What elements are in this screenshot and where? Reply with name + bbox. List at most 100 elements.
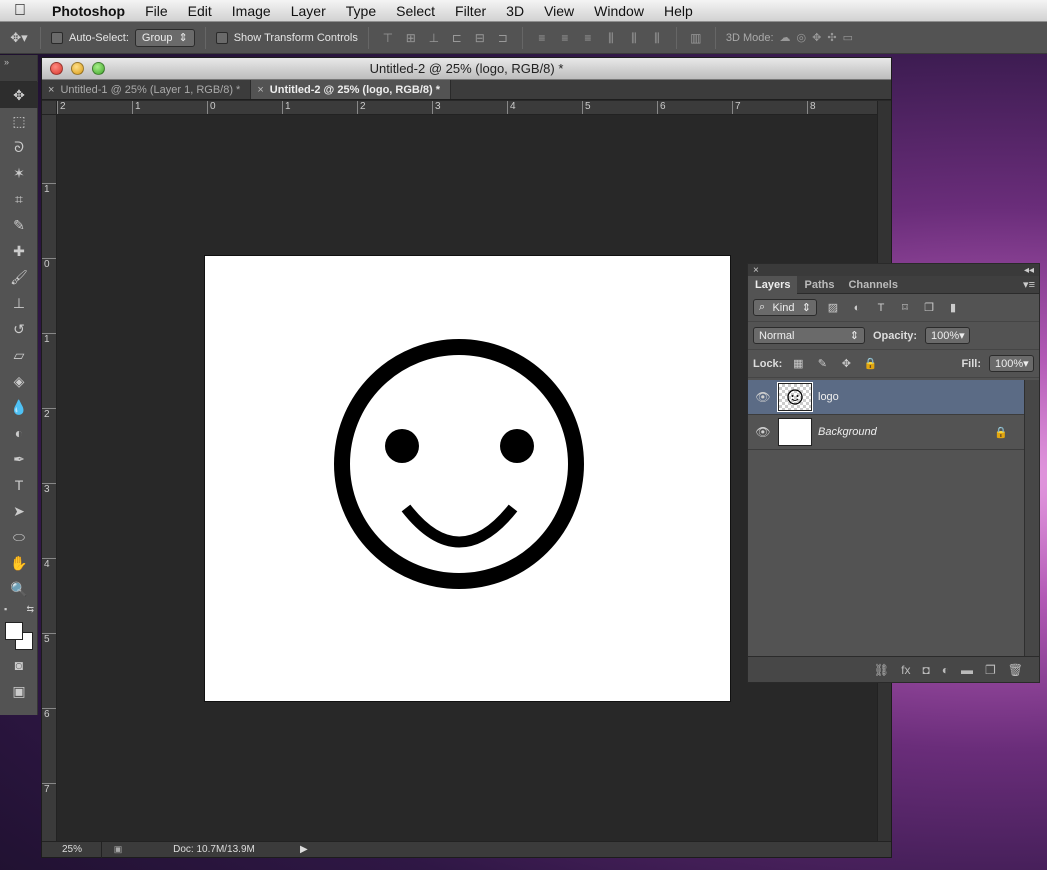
menu-filter[interactable]: Filter — [445, 3, 496, 19]
menu-window[interactable]: Window — [584, 3, 654, 19]
default-colors-icon[interactable]: ▪ — [4, 604, 7, 614]
foreground-color-swatch[interactable] — [5, 622, 23, 640]
menu-help[interactable]: Help — [654, 3, 703, 19]
zoom-level[interactable]: 25% — [42, 841, 102, 858]
menu-layer[interactable]: Layer — [281, 3, 336, 19]
tab-paths[interactable]: Paths — [797, 276, 841, 294]
horizontal-ruler[interactable]: 2 1 0 1 2 3 4 5 6 7 8 — [57, 101, 877, 115]
tab-untitled-1[interactable]: × Untitled-1 @ 25% (Layer 1, RGB/8) * — [42, 80, 252, 99]
lock-position-icon[interactable]: ✥ — [838, 357, 854, 370]
panel-titlebar[interactable]: × ◂◂ — [748, 264, 1039, 276]
eraser-tool-icon[interactable]: ▱ — [0, 342, 38, 368]
collapse-icon[interactable]: » — [4, 57, 9, 67]
menu-image[interactable]: Image — [222, 3, 281, 19]
align-bottom-icon[interactable]: ⊥ — [425, 29, 443, 47]
filter-smart-object-icon[interactable]: ❐ — [921, 300, 937, 316]
layer-name[interactable]: Background — [818, 426, 877, 438]
chevron-down-icon[interactable]: ▾ — [1023, 357, 1029, 370]
layer-lock-icon[interactable]: 🔒 — [994, 426, 1008, 439]
healing-brush-tool-icon[interactable]: ✚ — [0, 238, 38, 264]
menu-photoshop[interactable]: Photoshop — [40, 3, 135, 19]
distribute-vcenter-icon[interactable]: ≡ — [556, 29, 574, 47]
close-window-button[interactable] — [50, 62, 63, 75]
move-tool-preset-icon[interactable]: ✥▾ — [8, 27, 30, 49]
pen-tool-icon[interactable]: ✒ — [0, 446, 38, 472]
tab-untitled-2[interactable]: × Untitled-2 @ 25% (logo, RGB/8) * — [251, 80, 452, 99]
crop-tool-icon[interactable]: ⌗ — [0, 186, 38, 212]
close-tab-icon[interactable]: × — [257, 84, 263, 96]
layer-style-icon[interactable]: fx — [901, 663, 910, 677]
blur-tool-icon[interactable]: 💧 — [0, 394, 38, 420]
minimize-window-button[interactable] — [71, 62, 84, 75]
lock-pixels-icon[interactable]: ✎ — [814, 357, 830, 370]
auto-align-icon[interactable]: ▥ — [687, 29, 705, 47]
menu-edit[interactable]: Edit — [178, 3, 222, 19]
tab-layers[interactable]: Layers — [748, 275, 798, 294]
quick-mask-icon[interactable]: ◙ — [0, 652, 38, 678]
vertical-ruler[interactable]: 1 0 1 2 3 4 5 6 7 — [42, 115, 57, 842]
3d-pan-icon[interactable]: ✥ — [812, 31, 821, 44]
magic-wand-tool-icon[interactable]: ✶ — [0, 160, 38, 186]
filter-toggle-icon[interactable]: ▮ — [945, 300, 961, 316]
tab-channels[interactable]: Channels — [841, 276, 905, 294]
menu-file[interactable]: File — [135, 3, 178, 19]
layer-name[interactable]: logo — [818, 391, 839, 403]
align-top-icon[interactable]: ⊤ — [379, 29, 397, 47]
distribute-hcenter-icon[interactable]: ⫼ — [625, 29, 643, 47]
close-panel-icon[interactable]: × — [753, 265, 759, 276]
menu-view[interactable]: View — [534, 3, 584, 19]
chevron-down-icon[interactable]: ▾ — [959, 329, 965, 342]
ruler-origin[interactable] — [42, 101, 57, 115]
distribute-bottom-icon[interactable]: ≡ — [579, 29, 597, 47]
filter-kind-dropdown[interactable]: ⌕ Kind ⇕ — [753, 299, 817, 316]
zoom-window-button[interactable] — [92, 62, 105, 75]
blend-mode-dropdown[interactable]: Normal ⇕ — [753, 327, 865, 344]
hand-tool-icon[interactable]: ✋ — [0, 550, 38, 576]
tools-panel-header[interactable]: » — [0, 55, 37, 82]
filter-pixel-icon[interactable]: ▨ — [825, 300, 841, 316]
paint-bucket-tool-icon[interactable]: ◈ — [0, 368, 38, 394]
link-layers-icon[interactable]: ⛓ — [874, 663, 889, 677]
menu-select[interactable]: Select — [386, 3, 445, 19]
panel-menu-icon[interactable]: ▾≡ — [1023, 278, 1035, 291]
3d-orbit-icon[interactable]: ☁ — [780, 31, 791, 44]
document-titlebar[interactable]: Untitled-2 @ 25% (logo, RGB/8) * — [42, 58, 891, 80]
fill-field[interactable]: 100% ▾ — [989, 355, 1034, 372]
auto-select-checkbox[interactable] — [51, 31, 63, 44]
add-mask-icon[interactable]: ◘ — [923, 663, 930, 677]
proof-icon[interactable]: ▣ — [110, 844, 126, 856]
eyedropper-tool-icon[interactable]: ✎ — [0, 212, 38, 238]
type-tool-icon[interactable]: T — [0, 472, 38, 498]
swap-colors-icon[interactable]: ⇆ — [26, 604, 34, 615]
3d-slide-icon[interactable]: ✣ — [827, 31, 836, 44]
move-tool-icon[interactable]: ✥ — [0, 82, 38, 108]
align-hcenter-icon[interactable]: ⊟ — [471, 29, 489, 47]
visibility-eye-icon[interactable]: 👁 — [748, 425, 778, 439]
collapse-panel-icon[interactable]: ◂◂ — [1024, 265, 1034, 276]
lock-all-icon[interactable]: 🔒 — [862, 357, 878, 370]
marquee-tool-icon[interactable]: ⬚ — [0, 108, 38, 134]
3d-roll-icon[interactable]: ◎ — [797, 31, 807, 44]
history-brush-tool-icon[interactable]: ↺ — [0, 316, 38, 342]
opacity-field[interactable]: 100% ▾ — [925, 327, 971, 344]
clone-stamp-tool-icon[interactable]: ⊥ — [0, 290, 38, 316]
new-group-icon[interactable]: ▬ — [961, 663, 973, 677]
canvas-document[interactable] — [205, 256, 730, 701]
distribute-right-icon[interactable]: ⫼ — [648, 29, 666, 47]
path-selection-tool-icon[interactable]: ➤ — [0, 498, 38, 524]
lasso-tool-icon[interactable]: ᘐ — [0, 134, 38, 160]
auto-select-dropdown[interactable]: Group ⇕ — [134, 28, 195, 47]
ellipse-tool-icon[interactable]: ⬭ — [0, 524, 38, 550]
new-layer-icon[interactable]: ❐ — [985, 663, 996, 677]
status-menu-arrow-icon[interactable]: ▶ — [300, 844, 308, 855]
close-tab-icon[interactable]: × — [48, 84, 54, 96]
visibility-eye-icon[interactable]: 👁 — [748, 390, 778, 404]
filter-type-icon[interactable]: T — [873, 300, 889, 316]
align-vcenter-icon[interactable]: ⊞ — [402, 29, 420, 47]
zoom-tool-icon[interactable]: 🔍 — [0, 576, 38, 602]
layer-row-logo[interactable]: 👁 logo — [748, 380, 1024, 415]
align-left-icon[interactable]: ⊏ — [448, 29, 466, 47]
brush-tool-icon[interactable]: 🖌 — [0, 264, 38, 290]
filter-adjustment-icon[interactable]: ◐ — [849, 300, 865, 316]
filter-shape-icon[interactable]: ⌑ — [897, 300, 913, 316]
